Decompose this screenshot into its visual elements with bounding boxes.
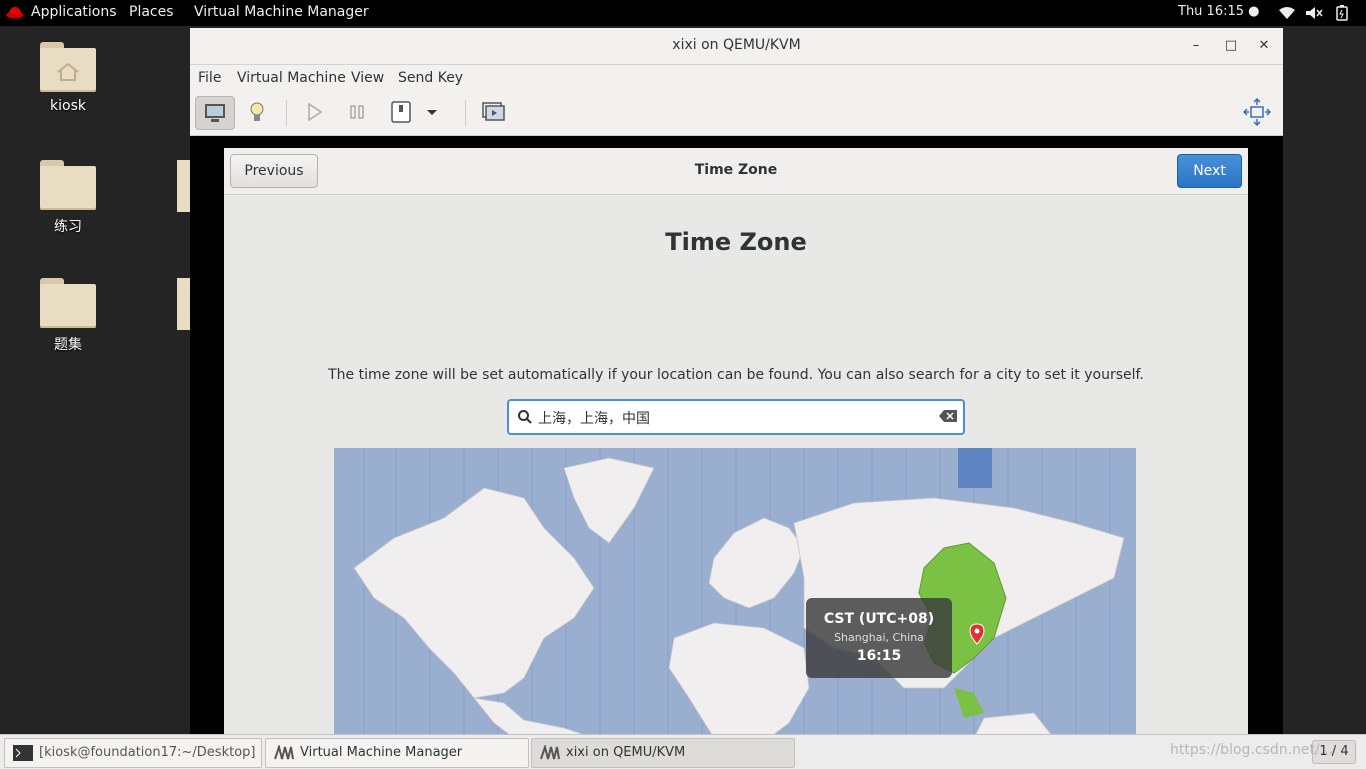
shutdown-button[interactable] xyxy=(382,96,420,128)
task-label: xixi on QEMU/KVM xyxy=(566,745,686,760)
task-label: [kiosk@foundation17:~/Desktop] xyxy=(39,745,256,760)
pause-icon xyxy=(350,105,364,119)
chevron-down-icon xyxy=(427,110,437,115)
pause-button[interactable] xyxy=(338,96,376,128)
volume-icon[interactable] xyxy=(1305,6,1323,20)
folder-icon[interactable] xyxy=(177,160,191,212)
power-icon xyxy=(391,101,411,123)
desktop-icon-label: 练习 xyxy=(54,219,82,235)
menu-virtual-machine[interactable]: Virtual Machine xyxy=(237,70,346,86)
guest-display[interactable]: Previous Time Zone Next Time Zone The ti… xyxy=(190,136,1283,734)
active-app-menu[interactable]: Virtual Machine Manager xyxy=(194,4,369,20)
battery-icon[interactable] xyxy=(1336,5,1348,21)
snapshot-icon xyxy=(482,102,505,121)
desktop-icon-home[interactable]: kiosk xyxy=(23,42,113,114)
window-title: xixi on QEMU/KVM xyxy=(672,37,801,53)
places-menu[interactable]: Places xyxy=(129,4,174,20)
terminal-icon xyxy=(13,745,33,761)
menu-bar: File Virtual Machine View Send Key xyxy=(190,65,1283,91)
next-button[interactable]: Next xyxy=(1177,154,1242,188)
resize-icon xyxy=(1242,97,1272,127)
virt-manager-icon xyxy=(274,745,294,760)
monitor-icon xyxy=(205,104,225,122)
snapshots-button[interactable] xyxy=(473,96,511,128)
menu-file[interactable]: File xyxy=(198,70,221,86)
shutdown-menu-button[interactable] xyxy=(420,96,444,128)
desktop-icon-label: 题集 xyxy=(54,337,82,353)
clock[interactable]: Thu 16:15 ● xyxy=(1178,4,1260,19)
task-label: Virtual Machine Manager xyxy=(300,745,463,760)
folder-icon xyxy=(40,278,96,328)
virt-manager-icon xyxy=(540,745,560,760)
header-title: Time Zone xyxy=(694,162,778,178)
run-button[interactable] xyxy=(295,96,333,128)
task-virt-manager[interactable]: Virtual Machine Manager xyxy=(265,738,529,768)
page-title: Time Zone xyxy=(665,228,807,256)
description-text: The time zone will be set automatically … xyxy=(328,367,1144,383)
world-map xyxy=(353,448,1125,734)
search-icon xyxy=(518,410,532,424)
search-value: 上海，上海，中国 xyxy=(538,411,650,427)
folder-icon xyxy=(40,160,96,210)
tooltip-city: Shanghai, China xyxy=(834,631,924,644)
toolbar xyxy=(190,91,1283,136)
installer-dialog: Previous Time Zone Next Time Zone The ti… xyxy=(224,148,1248,734)
timezone-tooltip: CST (UTC+08) Shanghai, China 16:15 xyxy=(806,598,952,678)
timezone-map[interactable]: CST (UTC+08) Shanghai, China 16:15 xyxy=(334,448,1136,734)
window-titlebar[interactable]: xixi on QEMU/KVM – □ ✕ xyxy=(190,28,1283,65)
menu-view[interactable]: View xyxy=(351,70,384,86)
console-button[interactable] xyxy=(195,96,235,130)
home-folder-icon xyxy=(40,42,96,92)
timezone-search-input[interactable]: 上海，上海，中国 xyxy=(507,399,965,435)
minimize-button[interactable]: – xyxy=(1186,36,1206,56)
folder-icon[interactable] xyxy=(177,278,191,330)
desktop-icon-folder[interactable]: 练习 xyxy=(23,160,113,236)
task-vm-console[interactable]: xixi on QEMU/KVM xyxy=(531,738,795,768)
desktop-icon-label: kiosk xyxy=(50,98,86,114)
tooltip-zone: CST (UTC+08) xyxy=(823,611,935,627)
play-icon xyxy=(308,102,323,122)
watermark-text: https://blog.csdn.net/... xyxy=(1170,742,1334,758)
redhat-logo-icon xyxy=(6,7,24,19)
wifi-icon[interactable] xyxy=(1278,6,1296,20)
top-bar: Applications Places Virtual Machine Mana… xyxy=(0,0,1366,26)
dialog-header: Previous Time Zone Next xyxy=(224,148,1248,195)
lightbulb-icon xyxy=(250,102,264,121)
tooltip-time: 16:15 xyxy=(856,648,902,664)
task-terminal[interactable]: [kiosk@foundation17:~/Desktop] xyxy=(4,738,262,768)
details-button[interactable] xyxy=(238,96,276,128)
fullscreen-button[interactable] xyxy=(1238,96,1276,128)
maximize-button[interactable]: □ xyxy=(1221,36,1241,56)
vm-window: xixi on QEMU/KVM – □ ✕ File Virtual Mach… xyxy=(190,28,1283,734)
close-button[interactable]: ✕ xyxy=(1254,36,1274,56)
taskbar: [kiosk@foundation17:~/Desktop] Virtual M… xyxy=(0,734,1366,769)
clear-icon[interactable] xyxy=(939,410,957,422)
applications-menu[interactable]: Applications xyxy=(31,4,117,20)
desktop-icon-folder[interactable]: 题集 xyxy=(23,278,113,354)
menu-send-key[interactable]: Send Key xyxy=(398,70,463,86)
